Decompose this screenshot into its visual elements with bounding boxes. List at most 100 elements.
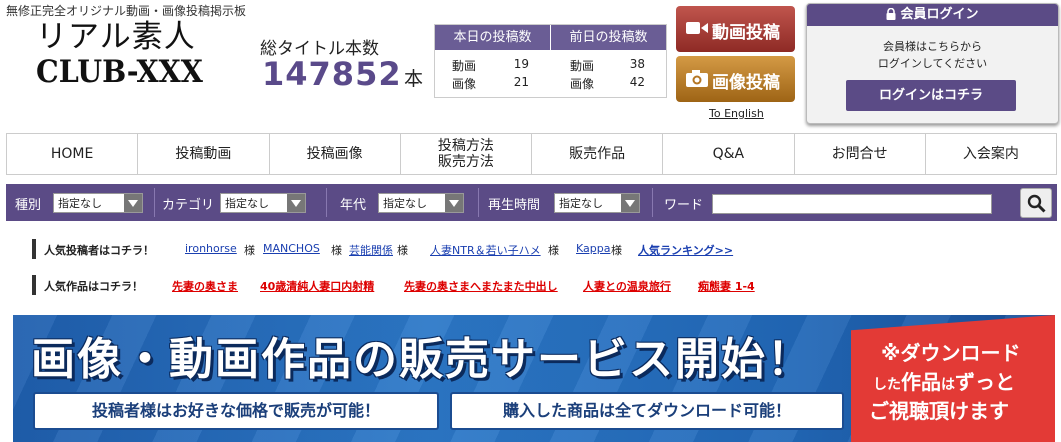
stats-today-image-label: 画像 bbox=[452, 77, 477, 91]
search-icon bbox=[1027, 194, 1046, 217]
stats-yesterday-header: 前日の投稿数 bbox=[551, 25, 666, 50]
nav-home-label: HOME bbox=[50, 146, 94, 162]
total-titles-unit: 本 bbox=[404, 68, 424, 90]
ranking-link[interactable]: 人気ランキング>> bbox=[638, 242, 733, 258]
poster-honorific: 様 bbox=[548, 244, 559, 257]
note-line1: ※ダウンロード bbox=[881, 341, 1021, 365]
poster-honorific: 様 bbox=[611, 244, 622, 257]
word-search-input[interactable] bbox=[712, 194, 992, 214]
popular-posters-row: 人気投稿者はコチラ！ ironhorse 様 MANCHOS 様 芸能関係 様 … bbox=[32, 239, 1032, 263]
nav-how-to-post-label: 投稿方法 販売方法 bbox=[438, 138, 494, 170]
stats-yesterday-video: 38 bbox=[629, 57, 645, 71]
nav-contact[interactable]: お問合せ bbox=[795, 134, 926, 174]
age-filter-value: 指定なし bbox=[383, 197, 427, 210]
category-filter-label: カテゴリ bbox=[162, 198, 215, 213]
category-filter-select[interactable]: 指定なし bbox=[220, 193, 306, 213]
total-titles-count: 147852 bbox=[262, 55, 402, 93]
nav-home[interactable]: HOME bbox=[6, 134, 139, 174]
poster-link-ironhorse[interactable]: ironhorse bbox=[185, 242, 237, 255]
logo-line1: リアル素人 bbox=[36, 19, 196, 55]
note-line2: した作品はずっと bbox=[873, 366, 1015, 395]
member-login-box: 会員ログイン 会員様はこちらから ログインしてください ログインはコチラ bbox=[806, 3, 1059, 124]
nav-how-to-post[interactable]: 投稿方法 販売方法 bbox=[401, 134, 532, 174]
search-divider bbox=[154, 188, 155, 217]
work-link[interactable]: 痴態妻 1-4 bbox=[698, 278, 755, 294]
poster-link-kappa[interactable]: Kappa bbox=[576, 242, 610, 255]
chevron-down-icon bbox=[124, 194, 142, 212]
note-line2-a: した bbox=[873, 377, 901, 393]
poster-link-manchos[interactable]: MANCHOS bbox=[263, 242, 320, 255]
search-divider bbox=[652, 188, 653, 217]
chevron-down-icon bbox=[445, 194, 463, 212]
post-video-label: 動画投稿 bbox=[712, 23, 780, 43]
video-camera-icon bbox=[686, 19, 708, 42]
duration-filter-select[interactable]: 指定なし bbox=[554, 193, 640, 213]
nav-sale-works-label: 販売作品 bbox=[569, 146, 626, 162]
login-message-line1: 会員様はこちらから bbox=[883, 40, 982, 53]
work-link[interactable]: 先妻の奥さま bbox=[172, 278, 238, 294]
popular-works-row: 人気作品はコチラ！ 先妻の奥さま 40歳清純人妻口内射精 先妻の奥さまへまたまた… bbox=[32, 275, 1032, 299]
duration-filter-label: 再生時間 bbox=[488, 198, 541, 213]
site-logo[interactable]: リアル素人 CLUB-XXX bbox=[36, 22, 236, 88]
login-header: 会員ログイン bbox=[807, 4, 1058, 26]
main-nav: HOME 投稿動画 投稿画像 投稿方法 販売方法 販売作品 Q&A お問合せ 入… bbox=[6, 133, 1057, 175]
banner-headline: 画像・動画作品の販売サービス開始！ bbox=[31, 334, 813, 385]
nav-qa[interactable]: Q&A bbox=[663, 134, 795, 174]
poster-link-ntr[interactable]: 人妻NTR＆若い子ハメ bbox=[430, 242, 541, 258]
poster-honorific: 様 bbox=[244, 244, 255, 257]
nav-qa-label: Q&A bbox=[712, 146, 745, 162]
poster-honorific: 様 bbox=[331, 244, 342, 257]
post-video-button[interactable]: 動画投稿 bbox=[676, 6, 795, 52]
banner-download-note: ※ダウンロード した作品はずっと ご視聴頂けます bbox=[851, 315, 1055, 442]
banner-pill-right: 購入した商品は全てダウンロード可能！ bbox=[450, 392, 844, 430]
work-link[interactable]: 先妻の奥さまへまたまた中出し bbox=[404, 278, 558, 294]
popular-works-title: 人気作品はコチラ！ bbox=[44, 280, 143, 293]
logo-line2: CLUB-XXX bbox=[36, 54, 203, 90]
age-filter-select[interactable]: 指定なし bbox=[378, 193, 464, 213]
nav-join[interactable]: 入会案内 bbox=[926, 134, 1057, 174]
stats-today-image: 21 bbox=[513, 75, 529, 89]
login-message: 会員様はこちらから ログインしてください bbox=[807, 38, 1058, 72]
note-line2-b: 作品 bbox=[901, 370, 941, 394]
note-line3: ご視聴頂けます bbox=[869, 399, 1009, 423]
post-image-button[interactable]: 画像投稿 bbox=[676, 56, 795, 102]
camera-icon bbox=[686, 69, 708, 92]
stats-yesterday-video-label: 動画 bbox=[570, 59, 595, 73]
type-filter-value: 指定なし bbox=[58, 197, 102, 210]
search-button[interactable] bbox=[1020, 188, 1052, 218]
nav-sale-works[interactable]: 販売作品 bbox=[532, 134, 664, 174]
note-line2-d: ずっと bbox=[955, 370, 1015, 394]
nav-posted-videos-label: 投稿動画 bbox=[175, 146, 232, 162]
work-link[interactable]: 40歳清純人妻口内射精 bbox=[260, 278, 374, 294]
age-filter-label: 年代 bbox=[340, 198, 367, 213]
work-link[interactable]: 人妻との温泉旅行 bbox=[583, 278, 671, 294]
nav-how-to-post-line1: 投稿方法 bbox=[437, 138, 494, 154]
chevron-down-icon bbox=[287, 194, 305, 212]
poster-link-geino[interactable]: 芸能関係 bbox=[349, 242, 393, 258]
stats-today-header: 本日の投稿数 bbox=[435, 25, 550, 50]
lock-icon bbox=[886, 6, 896, 28]
chevron-down-icon bbox=[621, 194, 639, 212]
sales-service-banner[interactable]: 画像・動画作品の販売サービス開始！ 投稿者様はお好きな価格で販売が可能！ 購入し… bbox=[13, 315, 1055, 442]
login-message-line2: ログインしてください bbox=[877, 57, 988, 70]
search-divider bbox=[478, 188, 479, 217]
site-tagline: 無修正完全オリジナル動画・画像投稿掲示板 bbox=[6, 4, 247, 18]
banner-pill-left: 投稿者様はお好きな価格で販売が可能！ bbox=[33, 392, 439, 430]
login-button[interactable]: ログインはコチラ bbox=[846, 80, 1016, 111]
nav-posted-images[interactable]: 投稿画像 bbox=[270, 134, 401, 174]
stats-yesterday-image-label: 画像 bbox=[570, 77, 595, 91]
category-filter-value: 指定なし bbox=[225, 197, 269, 210]
row-marker bbox=[32, 275, 36, 295]
type-filter-select[interactable]: 指定なし bbox=[53, 193, 143, 213]
stats-today-video: 19 bbox=[513, 57, 529, 71]
popular-posters-title: 人気投稿者はコチラ！ bbox=[44, 244, 154, 257]
to-english-link[interactable]: To English bbox=[709, 107, 764, 120]
poster-honorific: 様 bbox=[397, 244, 408, 257]
word-search-label: ワード bbox=[664, 198, 704, 213]
nav-posted-videos[interactable]: 投稿動画 bbox=[138, 134, 270, 174]
note-line2-c: は bbox=[941, 377, 955, 393]
nav-posted-images-label: 投稿画像 bbox=[306, 146, 363, 162]
duration-filter-value: 指定なし bbox=[559, 197, 603, 210]
nav-contact-label: お問合せ bbox=[831, 146, 888, 162]
search-divider bbox=[326, 188, 327, 217]
